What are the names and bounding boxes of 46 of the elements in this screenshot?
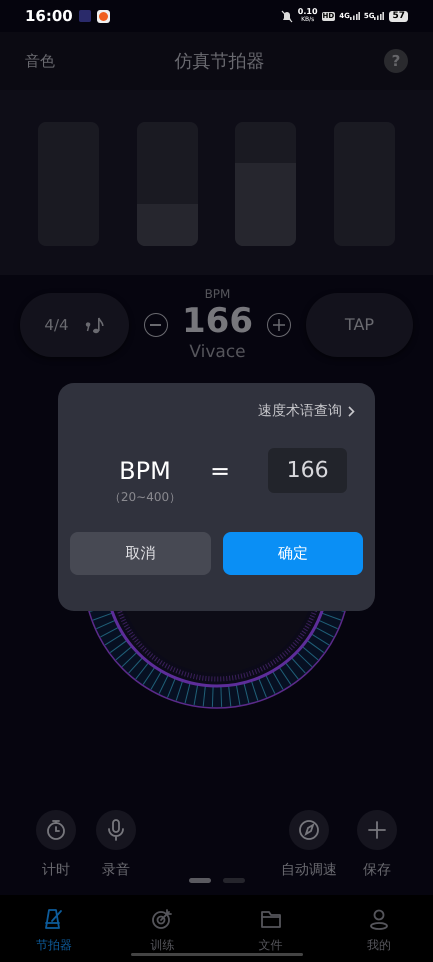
signal-icon — [374, 12, 384, 20]
bpm-input[interactable]: 166 — [268, 448, 348, 493]
chevron-right-icon — [348, 406, 355, 417]
compass-icon — [297, 818, 321, 842]
target-icon — [150, 907, 174, 931]
stopwatch-icon — [44, 818, 68, 842]
sound-button[interactable]: 音色 — [25, 50, 55, 72]
app-icon — [78, 10, 91, 22]
timer-button[interactable] — [36, 810, 76, 850]
volume-slider[interactable] — [136, 122, 198, 246]
auto-tempo-button[interactable] — [289, 810, 329, 850]
music-note-icon — [84, 315, 105, 335]
plus-icon — [365, 818, 389, 842]
plus-icon — [273, 319, 286, 331]
status-time: 16:00 — [25, 6, 73, 27]
action-label: 保存 — [363, 861, 391, 880]
action-label: 计时 — [42, 861, 70, 880]
action-label: 自动调速 — [281, 861, 337, 880]
tab[interactable]: 文件 — [216, 907, 325, 954]
tab[interactable]: 训练 — [108, 907, 216, 954]
confirm-button[interactable]: 确定 — [222, 532, 363, 575]
page-title: 仿真节拍器 — [174, 50, 266, 74]
tap-button[interactable]: TAP — [306, 293, 413, 357]
bpm-label: BPM — [119, 456, 171, 486]
decrease-button[interactable] — [144, 313, 168, 337]
tab[interactable]: 我的 — [324, 907, 433, 954]
tempo-name: Vivace — [189, 341, 246, 363]
save-button[interactable] — [357, 810, 397, 850]
app-icon — [96, 10, 110, 22]
signal-icon — [350, 12, 360, 20]
range-hint: （20~400） — [108, 489, 182, 506]
net-speed: 0.10 — [298, 8, 318, 16]
action-label: 录音 — [102, 861, 130, 880]
volume-slider[interactable] — [235, 122, 296, 246]
tempo-terms-link[interactable]: 速度术语查询 — [258, 401, 355, 422]
bpm-label: BPM — [204, 287, 230, 301]
cancel-button[interactable]: 取消 — [70, 532, 210, 575]
increase-button[interactable] — [267, 313, 292, 337]
equals-sign: = — [210, 456, 230, 486]
bpm-value: 166 — [182, 301, 253, 341]
help-button[interactable]: ? — [384, 49, 408, 73]
tab[interactable]: 节拍器 — [0, 907, 108, 954]
battery-indicator: 57 — [389, 10, 408, 22]
record-button[interactable] — [96, 810, 136, 850]
time-signature-button[interactable]: 4/4 — [20, 293, 129, 357]
bell-muted-icon — [280, 10, 293, 22]
